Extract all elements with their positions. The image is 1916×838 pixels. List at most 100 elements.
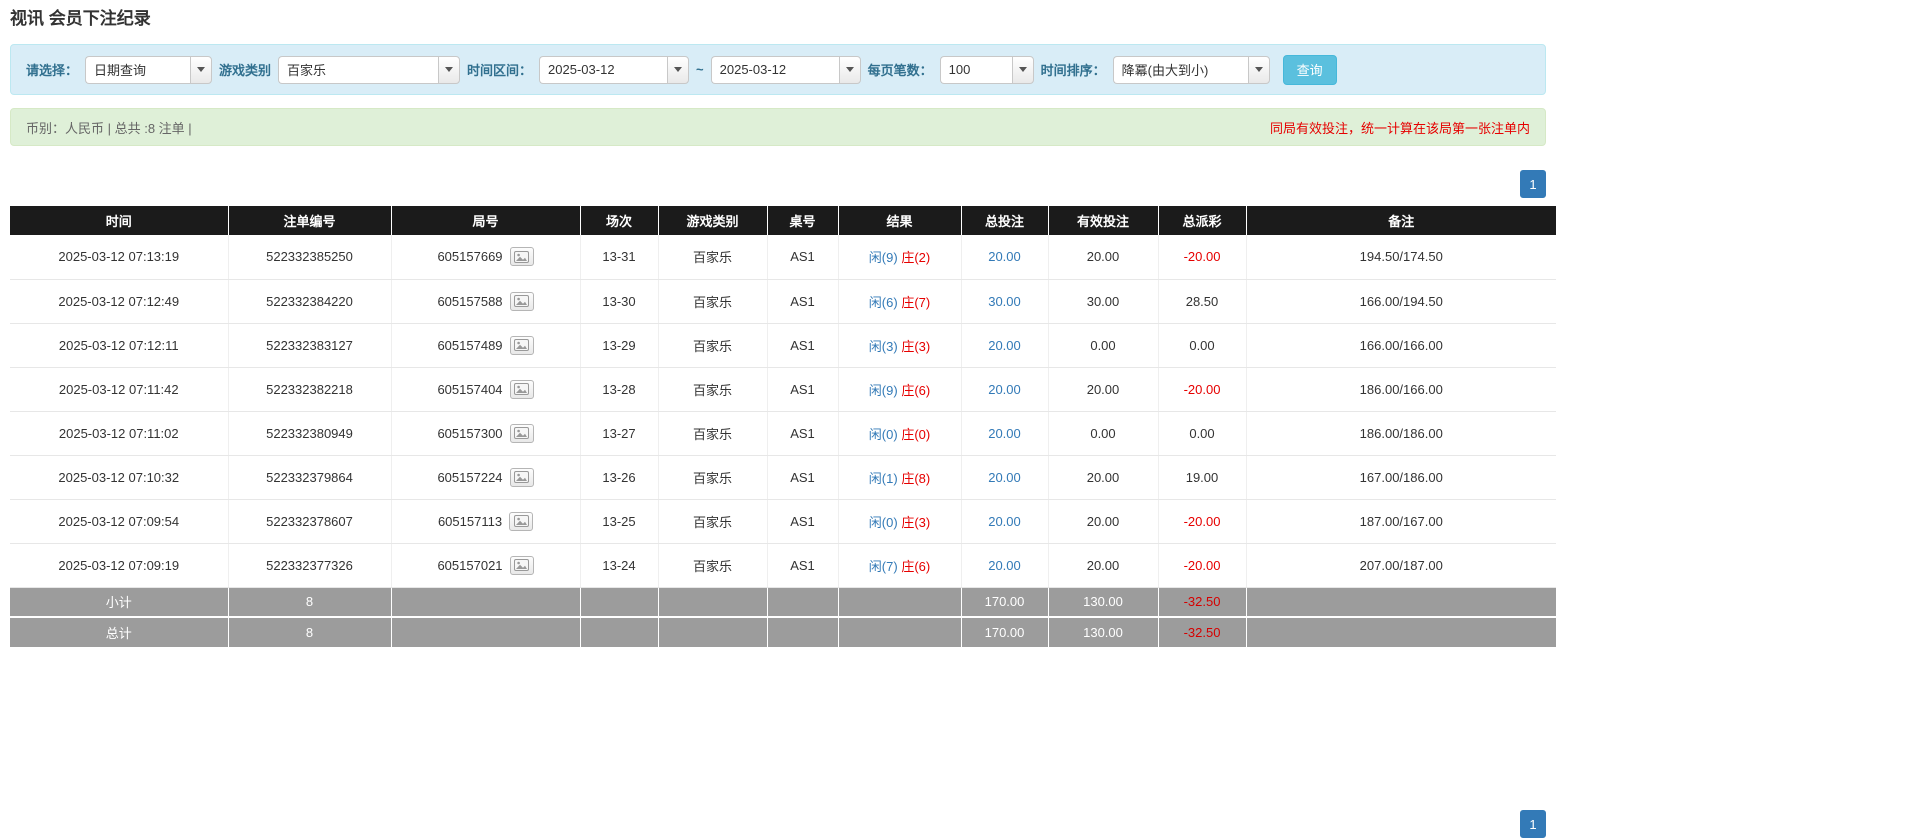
total-bet-link[interactable]: 20.00 [988,470,1021,485]
subtotal-count: 8 [228,587,392,618]
query-type-combobox[interactable] [85,55,213,84]
cell-session: 13-31 [580,235,659,280]
time-sort-label: 时间排序： [1040,63,1106,78]
query-type-dropdown-button[interactable] [190,55,213,84]
col-header-game-type: 游戏类别 [658,206,768,235]
cell-table-no: AS1 [767,367,839,412]
empty-cell [391,587,581,618]
cell-game-type: 百家乐 [658,367,768,412]
cell-session: 13-27 [580,411,659,456]
empty-cell [1246,617,1556,647]
empty-cell [658,617,768,647]
cell-game-type: 百家乐 [658,323,768,368]
page-size-input[interactable] [939,55,1012,84]
round-detail-icon[interactable] [509,511,534,531]
round-detail-icon[interactable] [509,247,534,267]
empty-cell [767,587,839,618]
table-row: 2025-03-12 07:12:11 522332383127 605157489… [10,323,1556,368]
round-detail-icon[interactable] [509,335,534,355]
cell-time: 2025-03-12 07:10:32 [10,455,229,500]
empty-cell [658,587,768,618]
cell-round-id: 605157224 [391,455,581,500]
banker-result: 庄(7) [901,294,931,310]
table-row: 2025-03-12 07:09:19 522332377326 605157021… [10,543,1556,588]
date-from-input[interactable] [539,55,668,84]
page-size-combobox[interactable] [939,55,1034,84]
cell-valid-bet: 0.00 [1048,411,1159,456]
page-size-label: 每页笔数： [867,63,933,78]
cell-bet-id: 522332383127 [228,323,392,368]
select-type-label: 请选择： [26,63,79,78]
game-type-input[interactable] [278,55,439,84]
cell-result: 闲(7) 庄(6) [838,543,962,588]
cell-note: 166.00/194.50 [1246,279,1556,324]
cell-bet-id: 522332382218 [228,367,392,412]
date-from-dropdown-button[interactable] [667,55,690,84]
chevron-down-icon [197,67,206,72]
cell-payout: -20.00 [1158,367,1247,412]
time-sort-input[interactable] [1112,55,1248,84]
valid-bet-note: 同局有效投注，统一计算在该局第一张注单内 [1269,120,1530,136]
round-id-text: 605157021 [437,557,503,573]
round-id-group: 605157300 [437,423,534,443]
date-to-combobox[interactable] [710,55,861,84]
banker-result: 庄(2) [901,250,931,266]
cell-round-id: 605157113 [391,499,581,544]
search-button[interactable]: 查询 [1282,54,1337,85]
round-detail-icon[interactable] [509,423,534,443]
date-to-input[interactable] [710,55,839,84]
cell-session: 13-29 [580,323,659,368]
round-detail-icon[interactable] [509,379,534,399]
cell-bet-id: 522332380949 [228,411,392,456]
cell-table-no: AS1 [767,279,839,324]
table-body: 2025-03-12 07:13:19 522332385250 605157669… [10,235,1556,588]
banker-result: 庄(3) [901,338,931,354]
cell-payout: 19.00 [1158,455,1247,500]
time-sort-combobox[interactable] [1112,55,1270,84]
total-bet-link[interactable]: 20.00 [988,426,1021,441]
cell-table-no: AS1 [767,235,839,280]
date-to-dropdown-button[interactable] [838,55,861,84]
table-row: 2025-03-12 07:11:02 522332380949 605157300… [10,411,1556,456]
currency-total-text: 币别：人民币 | 总共 :8 注单 | [26,120,192,136]
player-result: 闲(9) [868,382,898,398]
cell-round-id: 605157489 [391,323,581,368]
cell-result: 闲(6) 庄(7) [838,279,962,324]
game-type-label: 游戏类别 [219,63,272,78]
cell-session: 13-28 [580,367,659,412]
cell-total-bet: 20.00 [961,235,1049,280]
round-detail-icon[interactable] [509,467,534,487]
date-from-combobox[interactable] [539,55,690,84]
game-type-dropdown-button[interactable] [438,55,461,84]
round-id-group: 605157113 [438,511,534,531]
time-sort-dropdown-button[interactable] [1247,55,1270,84]
page-1-button-bottom[interactable]: 1 [1520,810,1546,838]
cell-valid-bet: 20.00 [1048,367,1159,412]
cell-bet-id: 522332377326 [228,543,392,588]
game-type-combobox[interactable] [278,55,461,84]
cell-valid-bet: 20.00 [1048,543,1159,588]
page-1-button[interactable]: 1 [1520,170,1546,198]
cell-payout: -20.00 [1158,235,1247,280]
cell-payout: 0.00 [1158,323,1247,368]
total-bet-link[interactable]: 20.00 [988,249,1021,264]
page-size-dropdown-button[interactable] [1011,55,1034,84]
total-bet-link[interactable]: 20.00 [988,558,1021,573]
query-type-input[interactable] [85,55,191,84]
table-row: 2025-03-12 07:10:32 522332379864 605157224… [10,455,1556,500]
total-bet-link[interactable]: 20.00 [988,514,1021,529]
round-detail-icon[interactable] [509,555,534,575]
round-detail-icon[interactable] [509,291,534,311]
cell-total-bet: 20.00 [961,455,1049,500]
total-bet-link[interactable]: 20.00 [988,382,1021,397]
pagination-top: 1 [10,170,1546,198]
total-bet-link[interactable]: 30.00 [988,294,1021,309]
table-row: 2025-03-12 07:12:49 522332384220 605157588… [10,279,1556,324]
cell-payout: 28.50 [1158,279,1247,324]
cell-round-id: 605157404 [391,367,581,412]
banker-result: 庄(3) [901,514,931,530]
total-bet-link[interactable]: 20.00 [988,338,1021,353]
col-header-bet-id: 注单编号 [228,206,392,235]
total-payout: -32.50 [1158,617,1247,647]
subtotal-total-bet: 170.00 [961,587,1049,618]
